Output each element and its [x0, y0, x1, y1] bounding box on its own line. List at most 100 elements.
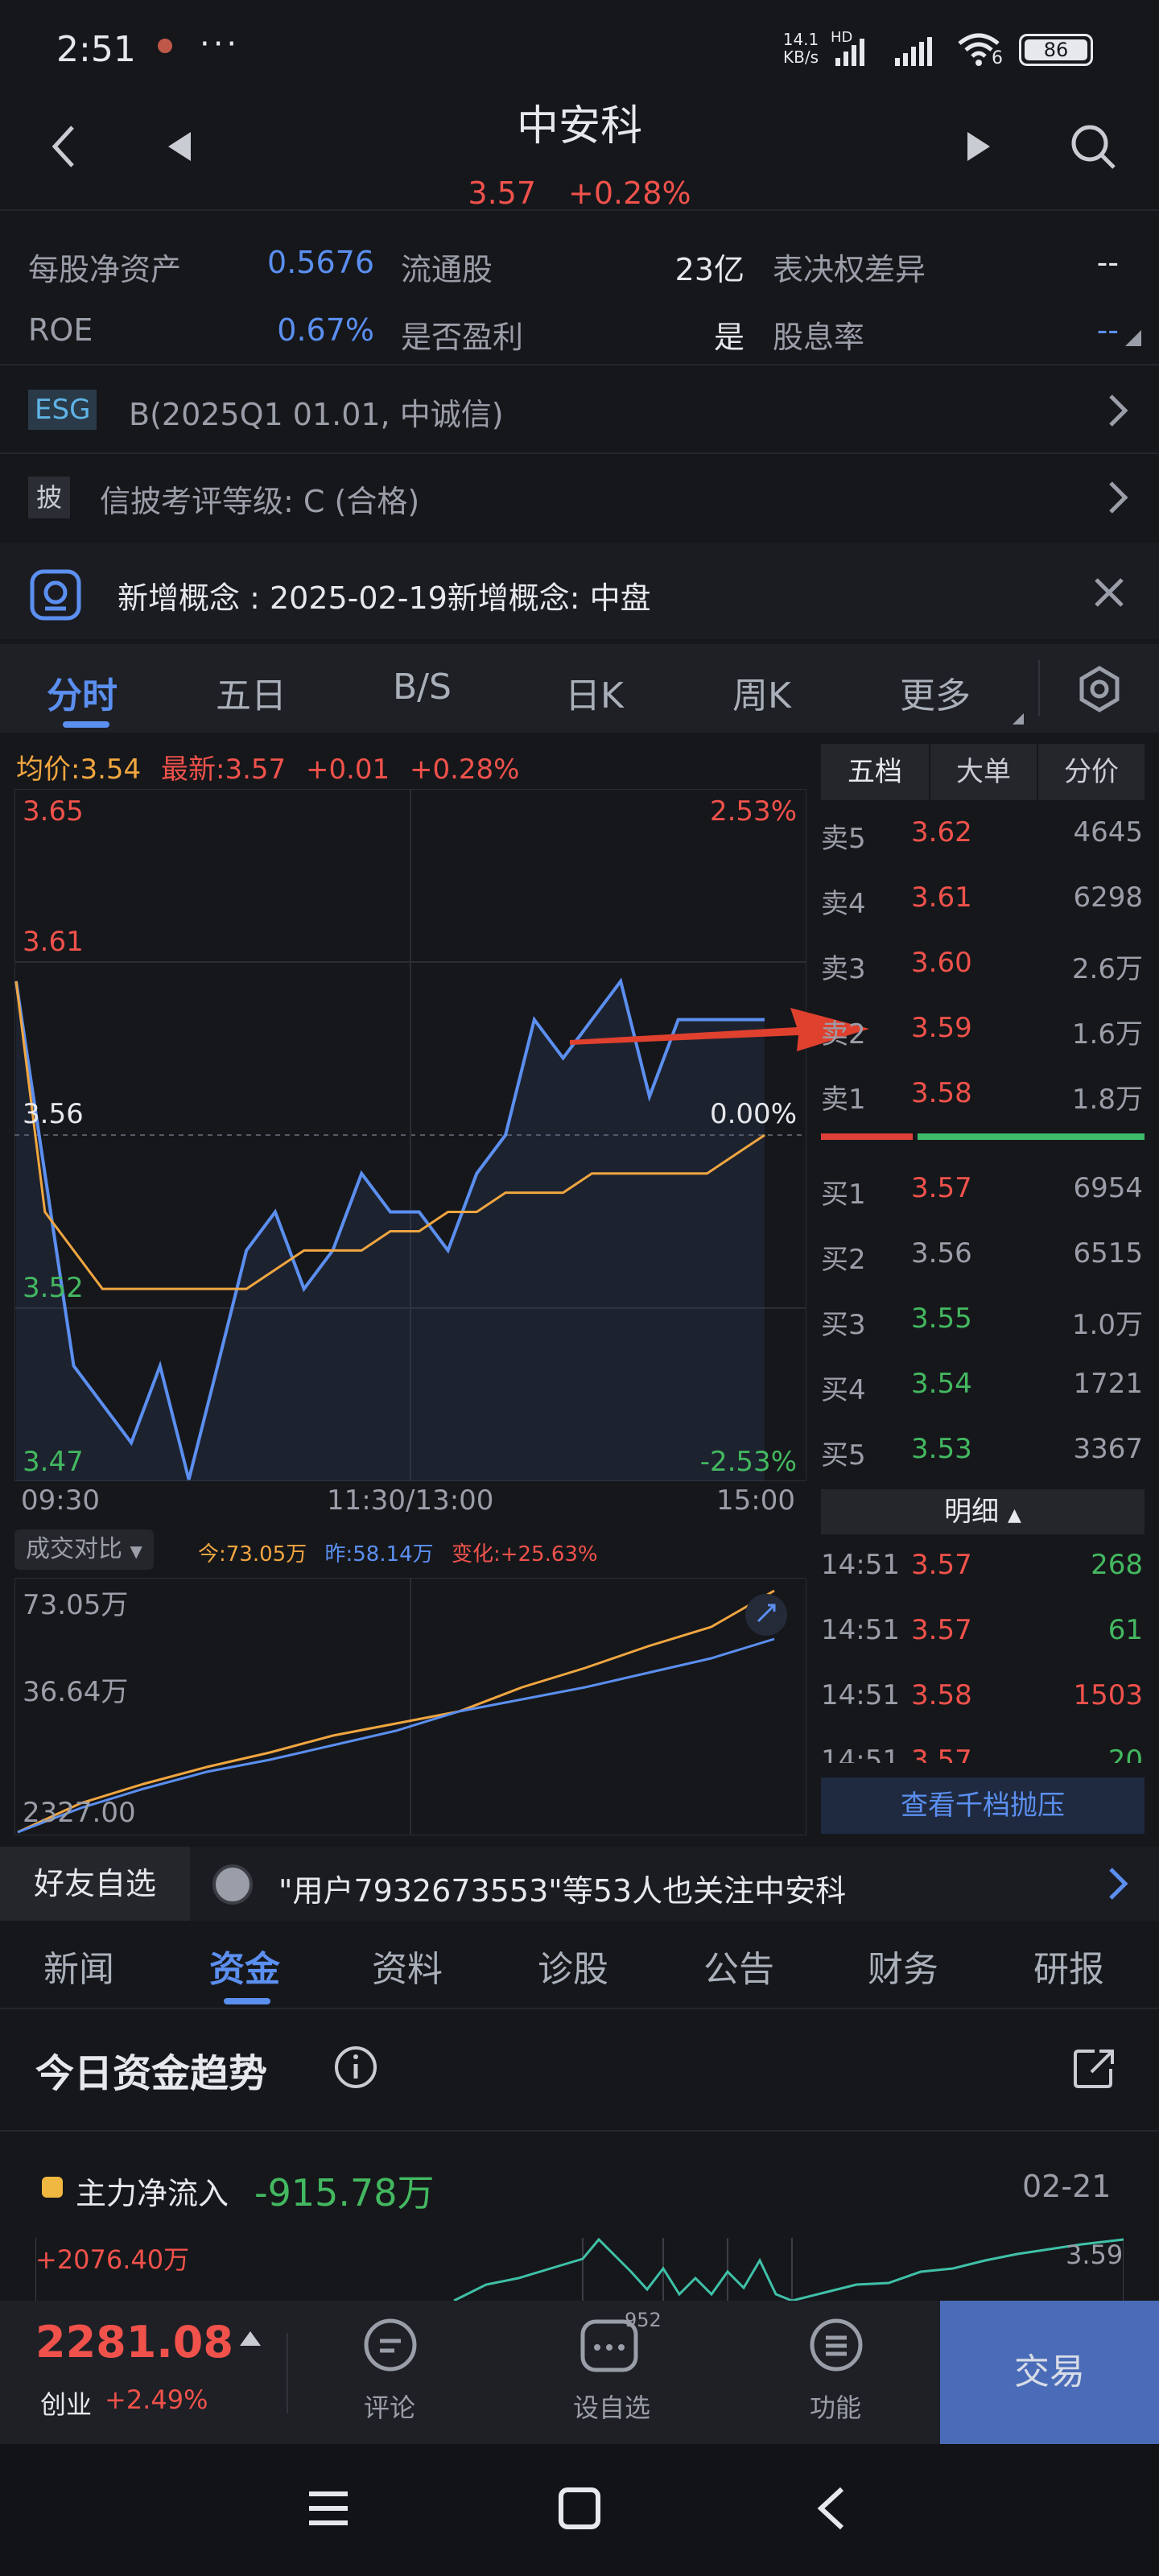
- signal-2-icon: [895, 37, 932, 66]
- order-row: 卖1 3.58 1.8万: [821, 1077, 1143, 1116]
- esg-row[interactable]: ESG B(2025Q1 01.01, 中诚信): [0, 365, 1159, 452]
- detail-header[interactable]: 明细 ▲: [821, 1489, 1145, 1534]
- chevron-right-icon: [1109, 394, 1128, 427]
- view-pressure-button[interactable]: 查看千档抛压: [821, 1777, 1145, 1834]
- share-icon[interactable]: [1070, 2045, 1119, 2093]
- function-label: 功能: [809, 2392, 861, 2423]
- settings-icon[interactable]: [1075, 665, 1124, 713]
- tab-big-order[interactable]: 大单: [930, 744, 1037, 800]
- x-tick-mid: 11:30/13:00: [327, 1484, 494, 1517]
- tab-indicator: [224, 1998, 270, 2004]
- notice-bar: 新增概念 : 2025-02-19新增概念: 中盘: [0, 543, 1159, 639]
- tab-intraday[interactable]: 分时: [47, 667, 118, 718]
- latest-price: 最新:3.57: [160, 753, 287, 786]
- system-nav-bar: [0, 2444, 1159, 2576]
- next-stock-icon[interactable]: [964, 129, 993, 164]
- pct-tick-mid: 0.00%: [709, 1098, 797, 1130]
- disclosure-row[interactable]: 披 信披考评等级: C (合格): [0, 454, 1159, 541]
- main-inflow-value: -915.78万: [254, 2171, 435, 2215]
- tab-five-level[interactable]: 五档: [821, 744, 929, 800]
- info-tabs: 新闻 资金 资料 诊股 公告 财务 研报: [0, 1921, 1159, 2009]
- y-tick-bottom: 3.47: [23, 1446, 84, 1478]
- intraday-chart[interactable]: [14, 789, 806, 1481]
- tab-weekly-k[interactable]: 周K: [732, 667, 791, 718]
- fund-date: 02-21: [1022, 2169, 1112, 2204]
- detail-list[interactable]: 14:51 3.57 268 14:51 3.57 61 14:51 3.58 1503 1…: [821, 1534, 1145, 1763]
- function-button[interactable]: 功能: [787, 2317, 884, 2438]
- tab-news[interactable]: 新闻: [43, 1940, 114, 1992]
- back-nav-icon[interactable]: [813, 2484, 848, 2533]
- add-watchlist-button[interactable]: 952 设自选: [547, 2309, 676, 2438]
- chevron-right-icon: [1109, 481, 1128, 514]
- fund-top-value: +2076.40万: [35, 2244, 190, 2275]
- esg-text: B(2025Q1 01.01, 中诚信): [129, 397, 504, 432]
- volume-compare-dropdown[interactable]: 成交对比 ▼: [14, 1530, 154, 1570]
- avg-price: 均价:3.54: [16, 753, 142, 786]
- price-change: +0.01: [305, 753, 390, 786]
- status-time: 2:51: [56, 29, 136, 70]
- volume-stats: 今:73.05万 昨:58.14万 变化:+25.63%: [198, 1538, 598, 1567]
- watch-label: 设自选: [572, 2392, 650, 2423]
- y-tick-2: 3.61: [23, 926, 84, 958]
- friends-label: 好友自选: [0, 1847, 190, 1921]
- fund-right-value: 3.59: [1066, 2240, 1124, 2270]
- order-row: 卖2 3.59 1.6万: [821, 1012, 1143, 1051]
- order-row: 买4 3.54 1721: [821, 1368, 1143, 1406]
- nav-label: 每股净资产: [28, 252, 182, 287]
- comment-button[interactable]: 评论: [341, 2317, 438, 2438]
- detail-row: 14:51 3.57 61: [821, 1614, 1143, 1646]
- info-icon[interactable]: [333, 2045, 378, 2090]
- header-price: 3.57: [468, 175, 537, 211]
- tab-bs[interactable]: B/S: [393, 667, 452, 708]
- tab-financials[interactable]: 财务: [868, 1940, 938, 1992]
- price-info: 均价:3.54 最新:3.57 +0.01 +0.28%: [16, 747, 519, 786]
- battery-level: 86: [1025, 39, 1087, 60]
- friends-text: "用户7932673553"等53人也关注中安科: [278, 1873, 847, 1909]
- disclosure-text: 信披考评等级: C (合格): [100, 484, 420, 519]
- tab-more[interactable]: 更多: [900, 667, 971, 718]
- y-tick-4: 3.52: [23, 1272, 84, 1304]
- disclosure-tag: 披: [28, 477, 70, 518]
- tab-research[interactable]: 研报: [1033, 1940, 1104, 1992]
- detail-row: 14:51 3.57 268: [821, 1549, 1143, 1581]
- header-change: +0.28%: [568, 175, 691, 211]
- tab-profile[interactable]: 资料: [372, 1940, 443, 1992]
- order-row: 卖5 3.62 4645: [821, 816, 1143, 855]
- menu-icon[interactable]: [306, 2486, 351, 2531]
- tab-price-dist[interactable]: 分价: [1038, 744, 1145, 800]
- legend-swatch: [42, 2177, 63, 2198]
- tab-daily-k[interactable]: 日K: [565, 667, 624, 718]
- volume-compare-label: 成交对比: [26, 1535, 122, 1563]
- y-tick-top: 3.65: [23, 795, 84, 828]
- expand-corner-icon[interactable]: [1124, 328, 1143, 348]
- index-name: 创业: [40, 2389, 93, 2420]
- trade-button[interactable]: 交易: [940, 2301, 1159, 2444]
- tab-diagnosis[interactable]: 诊股: [538, 1940, 608, 1992]
- orderbook-tabs: 五档 大单 分价: [821, 744, 1145, 800]
- friends-bar[interactable]: 好友自选 "用户7932673553"等53人也关注中安科: [0, 1847, 1159, 1921]
- dividend-label: 股息率: [773, 320, 865, 355]
- fund-trend-chart[interactable]: [35, 2236, 1124, 2301]
- tab-announcements[interactable]: 公告: [703, 1940, 774, 1992]
- tab-indicator: [63, 721, 109, 728]
- detail-title: 明细: [944, 1496, 1000, 1528]
- dropdown-corner-icon: [1013, 713, 1024, 724]
- detail-row: 14:51 3.58 1503: [821, 1679, 1143, 1711]
- home-icon[interactable]: [557, 2486, 602, 2531]
- vol-tick-mid: 36.64万: [23, 1676, 129, 1708]
- close-icon[interactable]: [1091, 575, 1127, 610]
- notice-text: 新增概念 : 2025-02-19新增概念: 中盘: [118, 580, 651, 616]
- pct-tick-top: 2.53%: [709, 795, 797, 828]
- order-row: 买3 3.55 1.0万: [821, 1302, 1143, 1341]
- pct-tick-bottom: -2.53%: [699, 1446, 797, 1478]
- tab-five-day[interactable]: 五日: [216, 667, 287, 718]
- main-inflow-label: 主力净流入: [76, 2176, 229, 2211]
- roe-value: 0.67%: [277, 312, 374, 348]
- float-shares-value: 23亿: [674, 252, 744, 287]
- watch-badge: 952: [625, 2309, 662, 2331]
- search-icon[interactable]: [1069, 122, 1117, 171]
- index-value[interactable]: 2281.08: [35, 2317, 233, 2368]
- order-row: 买1 3.57 6954: [821, 1172, 1143, 1211]
- tab-funds[interactable]: 资金: [209, 1940, 280, 1992]
- float-shares-label: 流通股: [401, 252, 493, 287]
